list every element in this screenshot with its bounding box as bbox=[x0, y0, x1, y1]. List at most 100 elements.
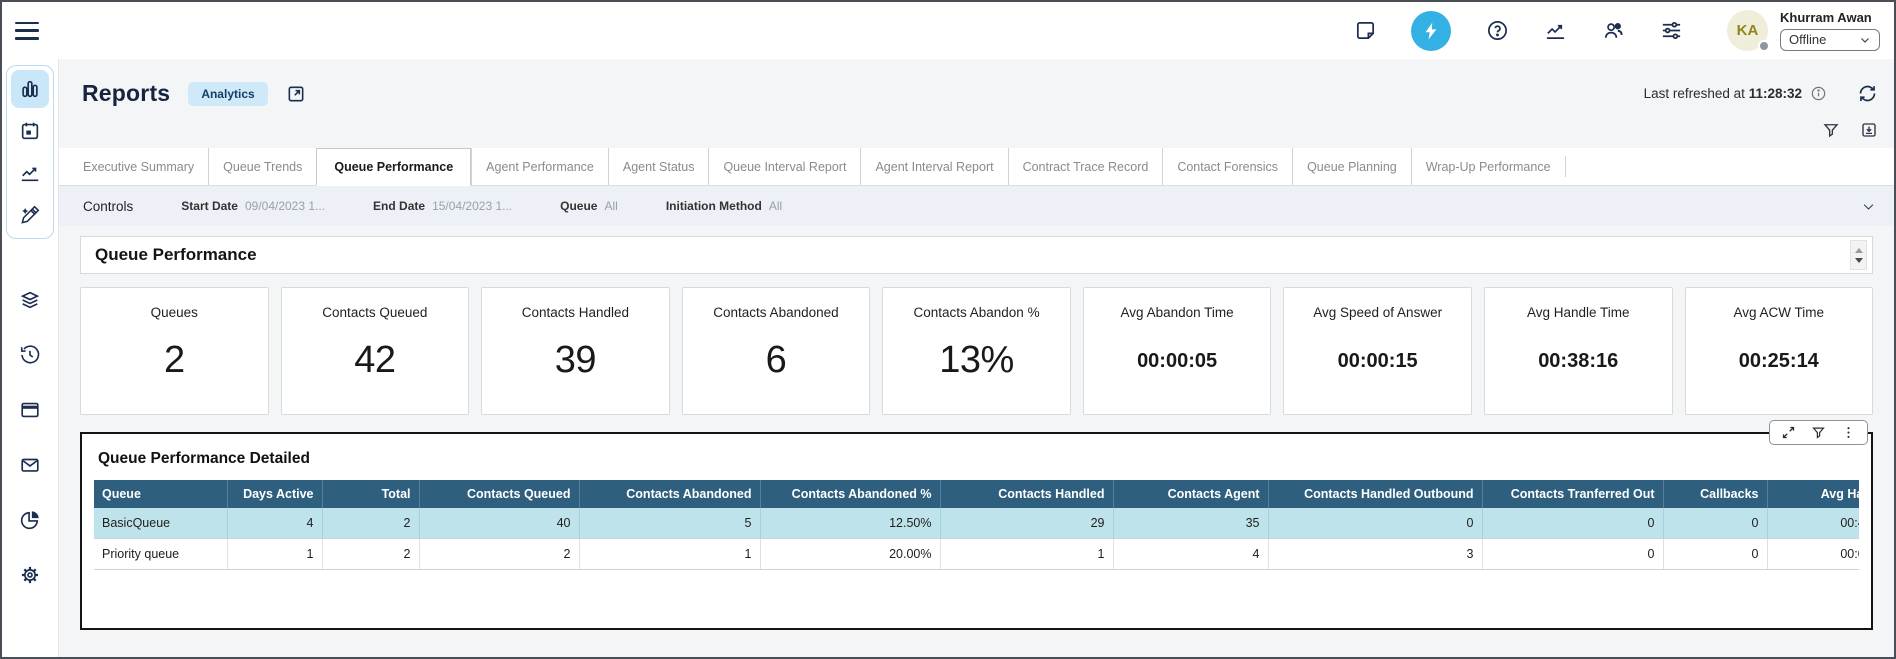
control-queue[interactable]: Queue All bbox=[560, 199, 618, 213]
kpi-card-avg-abandon-time: Avg Abandon Time 00:00:05 bbox=[1083, 287, 1272, 415]
tab-wrap-up-performance[interactable]: Wrap-Up Performance bbox=[1411, 148, 1565, 185]
sidebar-item-metrics[interactable] bbox=[11, 154, 49, 192]
tab-queue-trends[interactable]: Queue Trends bbox=[208, 148, 316, 185]
sidebar-nav-secondary bbox=[11, 281, 49, 594]
sliders-icon[interactable] bbox=[1659, 19, 1683, 43]
table-toolbar bbox=[1769, 420, 1868, 445]
sidebar-item-reports[interactable] bbox=[11, 70, 49, 108]
control-value: 15/04/2023 1... bbox=[432, 199, 512, 213]
control-start-date[interactable]: Start Date 09/04/2023 1... bbox=[181, 199, 325, 213]
kpi-value: 00:00:05 bbox=[1137, 350, 1217, 373]
sidebar-item-analytics[interactable] bbox=[11, 501, 49, 539]
cell: 3 bbox=[1268, 539, 1482, 570]
refresh-icon[interactable] bbox=[1857, 83, 1878, 104]
kpi-cards: Queues 2 Contacts Queued 42 Contacts Han… bbox=[80, 287, 1873, 415]
kpi-value: 00:38:16 bbox=[1538, 350, 1618, 373]
tab-agent-interval-report[interactable]: Agent Interval Report bbox=[860, 148, 1007, 185]
help-icon[interactable] bbox=[1485, 19, 1509, 43]
kpi-value: 39 bbox=[555, 339, 596, 382]
tab-executive-summary[interactable]: Executive Summary bbox=[69, 148, 208, 185]
cell: 0 bbox=[1268, 508, 1482, 539]
sidebar-item-history[interactable] bbox=[11, 336, 49, 374]
cell: 5 bbox=[579, 508, 760, 539]
column-header[interactable]: Avg Handl.. bbox=[1767, 480, 1859, 508]
menu-icon[interactable] bbox=[15, 22, 39, 40]
kpi-label: Avg Speed of Answer bbox=[1313, 305, 1442, 320]
control-end-date[interactable]: End Date 15/04/2023 1... bbox=[373, 199, 512, 213]
kpi-label: Contacts Abandon % bbox=[913, 305, 1039, 320]
note-icon[interactable] bbox=[1353, 19, 1377, 43]
sidebar-item-design[interactable] bbox=[11, 196, 49, 234]
tab-contact-forensics[interactable]: Contact Forensics bbox=[1162, 148, 1292, 185]
cell: 1 bbox=[579, 539, 760, 570]
sidebar-item-layers[interactable] bbox=[11, 281, 49, 319]
control-initiation-method[interactable]: Initiation Method All bbox=[666, 199, 782, 213]
sidebar-item-window[interactable] bbox=[11, 391, 49, 429]
expand-icon[interactable] bbox=[1781, 425, 1796, 440]
cell: 40 bbox=[419, 508, 579, 539]
table-row[interactable]: BasicQueue 4 2 40 5 12.50% 29 35 0 bbox=[94, 508, 1859, 539]
column-header[interactable]: Contacts Queued bbox=[419, 480, 579, 508]
tab-agent-status[interactable]: Agent Status bbox=[608, 148, 709, 185]
cell: 2 bbox=[322, 508, 419, 539]
tab-queue-interval-report[interactable]: Queue Interval Report bbox=[708, 148, 860, 185]
status-select[interactable]: Offline bbox=[1780, 29, 1880, 51]
layers-icon bbox=[19, 289, 41, 311]
tab-agent-performance[interactable]: Agent Performance bbox=[471, 148, 608, 185]
external-link-icon[interactable] bbox=[286, 84, 306, 104]
flash-icon[interactable] bbox=[1411, 11, 1451, 51]
download-icon[interactable] bbox=[1860, 121, 1878, 139]
metrics-icon[interactable] bbox=[1543, 19, 1567, 43]
column-header[interactable]: Days Active bbox=[227, 480, 322, 508]
avatar[interactable]: KA bbox=[1727, 10, 1768, 51]
info-icon[interactable] bbox=[1810, 85, 1827, 102]
cell: 0 bbox=[1663, 539, 1767, 570]
section-stepper bbox=[1850, 240, 1867, 270]
status-value: Offline bbox=[1789, 32, 1826, 47]
gear-icon bbox=[19, 564, 41, 586]
filter-icon[interactable] bbox=[1811, 425, 1826, 440]
controls-collapse-chevron-icon[interactable] bbox=[1861, 199, 1876, 214]
column-header[interactable]: Callbacks bbox=[1663, 480, 1767, 508]
kpi-card-contacts-queued: Contacts Queued 42 bbox=[281, 287, 470, 415]
tab-queue-performance[interactable]: Queue Performance bbox=[316, 148, 471, 186]
column-header[interactable]: Contacts Tranferred Out bbox=[1482, 480, 1663, 508]
kpi-card-contacts-handled: Contacts Handled 39 bbox=[481, 287, 670, 415]
queue-performance-detailed-panel: Queue Performance Detailed Queue bbox=[80, 432, 1873, 630]
control-value: All bbox=[769, 199, 782, 213]
stepper-up-icon[interactable] bbox=[1855, 248, 1863, 253]
user-block: KA Khurram Awan Offline bbox=[1727, 10, 1880, 51]
column-header[interactable]: Contacts Abandoned % bbox=[760, 480, 940, 508]
sidebar-item-settings[interactable] bbox=[11, 556, 49, 594]
sidebar-item-calendar[interactable] bbox=[11, 112, 49, 150]
window-icon bbox=[19, 399, 41, 421]
column-header[interactable]: Contacts Agent bbox=[1113, 480, 1268, 508]
stepper-down-icon[interactable] bbox=[1855, 258, 1863, 263]
kpi-label: Avg ACW Time bbox=[1734, 305, 1825, 320]
topbar-actions: KA Khurram Awan Offline bbox=[1353, 10, 1880, 51]
kpi-value: 00:25:14 bbox=[1739, 350, 1819, 373]
section-title: Queue Performance bbox=[95, 245, 257, 265]
cell: 2 bbox=[322, 539, 419, 570]
cell: 4 bbox=[227, 508, 322, 539]
bar-chart-icon bbox=[19, 78, 41, 100]
sidebar-item-mail[interactable] bbox=[11, 446, 49, 484]
filter-icon[interactable] bbox=[1822, 121, 1840, 139]
kebab-menu-icon[interactable] bbox=[1841, 425, 1856, 440]
cell-queue: BasicQueue bbox=[94, 508, 227, 539]
column-header[interactable]: Contacts Handled bbox=[940, 480, 1113, 508]
tab-contract-trace-record[interactable]: Contract Trace Record bbox=[1008, 148, 1163, 185]
kpi-value: 00:00:15 bbox=[1338, 350, 1418, 373]
column-header[interactable]: Contacts Abandoned bbox=[579, 480, 760, 508]
cell: 1 bbox=[940, 539, 1113, 570]
tab-queue-planning[interactable]: Queue Planning bbox=[1292, 148, 1411, 185]
column-header[interactable]: Queue bbox=[94, 480, 227, 508]
column-header[interactable]: Total bbox=[322, 480, 419, 508]
queue-performance-table: Queue Days Active Total Contacts Queued … bbox=[94, 480, 1859, 570]
table-row[interactable]: Priority queue 1 2 2 1 20.00% 1 4 3 bbox=[94, 539, 1859, 570]
users-icon[interactable] bbox=[1601, 19, 1625, 43]
kpi-card-avg-handle-time: Avg Handle Time 00:38:16 bbox=[1484, 287, 1673, 415]
kpi-label: Contacts Queued bbox=[322, 305, 427, 320]
column-header[interactable]: Contacts Handled Outbound bbox=[1268, 480, 1482, 508]
control-value: 09/04/2023 1... bbox=[245, 199, 325, 213]
